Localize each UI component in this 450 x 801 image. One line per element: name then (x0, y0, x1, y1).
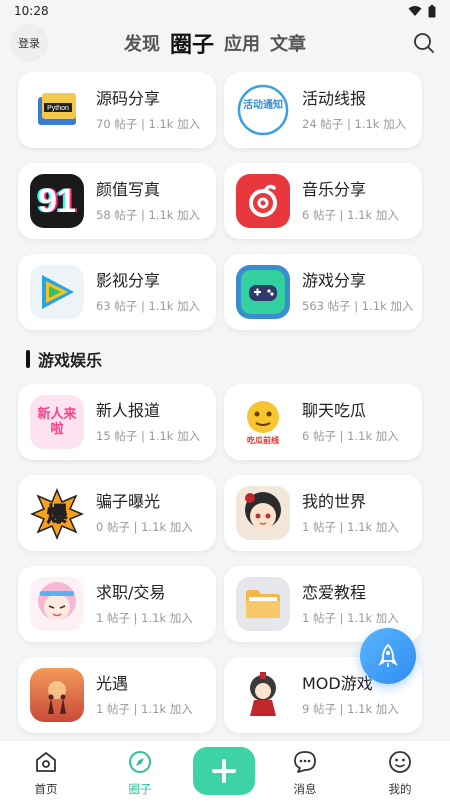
tab-apps[interactable]: 应用 (224, 30, 260, 56)
circle-name: 聊天吃瓜 (302, 400, 367, 420)
circle-card-activity[interactable]: 活动通知 活动线报 24 帖子 | 1.1k 加入 (224, 72, 422, 148)
circle-name: 骗子曝光 (96, 491, 161, 511)
folder-icon (236, 577, 290, 631)
chat-bubble-icon (294, 751, 316, 773)
bottom-tab-label: 圈子 (128, 782, 152, 796)
circle-stats: 1 帖子 | 1.1k 加入 (302, 610, 399, 625)
activity-notice-icon: 活动通知 (236, 83, 290, 137)
bottom-tab-label: 我的 (388, 782, 412, 796)
smile-face-icon (389, 751, 411, 773)
rocket-fab-button[interactable] (360, 628, 416, 684)
icon-caption: 吃瓜前线 (247, 435, 279, 445)
circle-name: 音乐分享 (302, 179, 367, 199)
circle-card-music[interactable]: 音乐分享 6 帖子 | 1.1k 加入 (224, 163, 422, 239)
circle-stats: 0 帖子 | 1.1k 加入 (96, 519, 193, 534)
emoji-face-icon: 吃瓜前线 (236, 395, 290, 449)
section-heading: 游戏娱乐 (38, 351, 103, 370)
icon-caption: 爆 (47, 502, 68, 526)
circle-stats: 70 帖子 | 1.1k 加入 (96, 116, 201, 131)
circle-name: 活动线报 (302, 88, 367, 108)
circle-name: 影视分享 (96, 270, 161, 290)
circle-card-sky[interactable]: 光遇 1 帖子 | 1.1k 加入 (18, 657, 216, 733)
icon-caption: 新人来啦 (37, 407, 77, 437)
status-time: 10:28 (14, 4, 49, 18)
section-bar (26, 350, 30, 368)
icon-caption: 活动通知 (243, 98, 283, 111)
circle-card-chat[interactable]: 吃瓜前线 聊天吃瓜 6 帖子 | 1.1k 加入 (224, 384, 422, 460)
circle-stats: 15 帖子 | 1.1k 加入 (96, 428, 201, 443)
circle-stats: 563 帖子 | 1.1k 加入 (302, 298, 414, 313)
status-bar: 10:28 (0, 0, 450, 22)
circle-stats: 6 帖子 | 1.1k 加入 (302, 207, 399, 222)
bottom-tab-label: 消息 (293, 782, 317, 796)
bottom-tab-circles[interactable]: 圈子 (100, 741, 180, 801)
newcomer-badge-icon: 新人来啦 (30, 395, 84, 449)
login-button[interactable]: 登录 (10, 24, 48, 62)
circle-stats: 58 帖子 | 1.1k 加入 (96, 207, 201, 222)
wifi-icon (408, 6, 422, 16)
nav-tabs: 发现 圈子 应用 文章 (124, 22, 306, 64)
status-icons (408, 4, 436, 18)
bottom-tab-messages[interactable]: 消息 (265, 741, 345, 801)
anime-girl-avatar-icon (236, 486, 290, 540)
sky-sunset-icon (30, 668, 84, 722)
circle-name: 源码分享 (96, 88, 161, 108)
circle-grid-top: Python 源码分享 70 帖子 | 1.1k 加入 活动通知 活动线报 24… (18, 72, 428, 345)
explode-badge-icon: 爆 (30, 486, 84, 540)
number-91-icon: 91 (30, 174, 84, 228)
compass-icon (129, 751, 151, 773)
bottom-tab-home[interactable]: 首页 (6, 741, 86, 801)
circle-stats: 24 帖子 | 1.1k 加入 (302, 116, 407, 131)
circle-card-games[interactable]: 游戏分享 563 帖子 | 1.1k 加入 (224, 254, 422, 330)
gamepad-icon (236, 265, 290, 319)
circle-name: 求职/交易 (96, 582, 166, 602)
circle-stats: 1 帖子 | 1.1k 加入 (96, 610, 193, 625)
circle-name: 新人报道 (96, 400, 161, 420)
tab-circles[interactable]: 圈子 (170, 27, 214, 59)
circle-name: 颜值写真 (96, 179, 161, 199)
circle-stats: 63 帖子 | 1.1k 加入 (96, 298, 201, 313)
bottom-nav: 首页 圈子 消息 我的 (0, 740, 450, 801)
circle-card-video[interactable]: 影视分享 63 帖子 | 1.1k 加入 (18, 254, 216, 330)
section-title: 游戏娱乐 (26, 348, 102, 370)
anime-pink-girl-icon (30, 577, 84, 631)
bottom-tab-profile[interactable]: 我的 (360, 741, 440, 801)
anime-red-girl-icon (236, 668, 290, 722)
circle-card-portrait[interactable]: 91 颜值写真 58 帖子 | 1.1k 加入 (18, 163, 216, 239)
circle-card-newcomer[interactable]: 新人来啦 新人报道 15 帖子 | 1.1k 加入 (18, 384, 216, 460)
python-book-icon: Python (30, 83, 84, 137)
plus-icon (212, 759, 236, 783)
bottom-tab-label: 首页 (34, 782, 58, 796)
video-play-icon (30, 265, 84, 319)
top-nav: 登录 发现 圈子 应用 文章 (0, 22, 450, 64)
circle-stats: 1 帖子 | 1.1k 加入 (302, 519, 399, 534)
circle-name: 我的世界 (302, 491, 367, 511)
icon-caption: 91 (38, 181, 76, 220)
netease-music-icon (236, 174, 290, 228)
add-post-button[interactable] (193, 747, 255, 795)
circle-grid-games: 新人来啦 新人报道 15 帖子 | 1.1k 加入 吃瓜前线 聊天吃瓜 6 帖子 (18, 384, 428, 740)
circle-stats: 9 帖子 | 1.1k 加入 (302, 701, 399, 716)
circle-stats: 1 帖子 | 1.1k 加入 (96, 701, 193, 716)
circle-card-minecraft[interactable]: 我的世界 1 帖子 | 1.1k 加入 (224, 475, 422, 551)
home-icon (36, 752, 56, 772)
search-icon[interactable] (412, 31, 436, 55)
circle-name: 游戏分享 (302, 270, 367, 290)
svg-text:Python: Python (47, 105, 69, 112)
rocket-icon (378, 643, 398, 667)
circle-card-source-code[interactable]: Python 源码分享 70 帖子 | 1.1k 加入 (18, 72, 216, 148)
circle-name: 恋爱教程 (302, 582, 367, 602)
battery-icon (428, 4, 436, 17)
tab-articles[interactable]: 文章 (270, 30, 306, 56)
circle-name: 光遇 (96, 673, 129, 693)
tab-discover[interactable]: 发现 (124, 30, 160, 56)
circle-stats: 6 帖子 | 1.1k 加入 (302, 428, 399, 443)
circle-card-scam-alert[interactable]: 爆 骗子曝光 0 帖子 | 1.1k 加入 (18, 475, 216, 551)
circle-card-jobs-trade[interactable]: 求职/交易 1 帖子 | 1.1k 加入 (18, 566, 216, 642)
